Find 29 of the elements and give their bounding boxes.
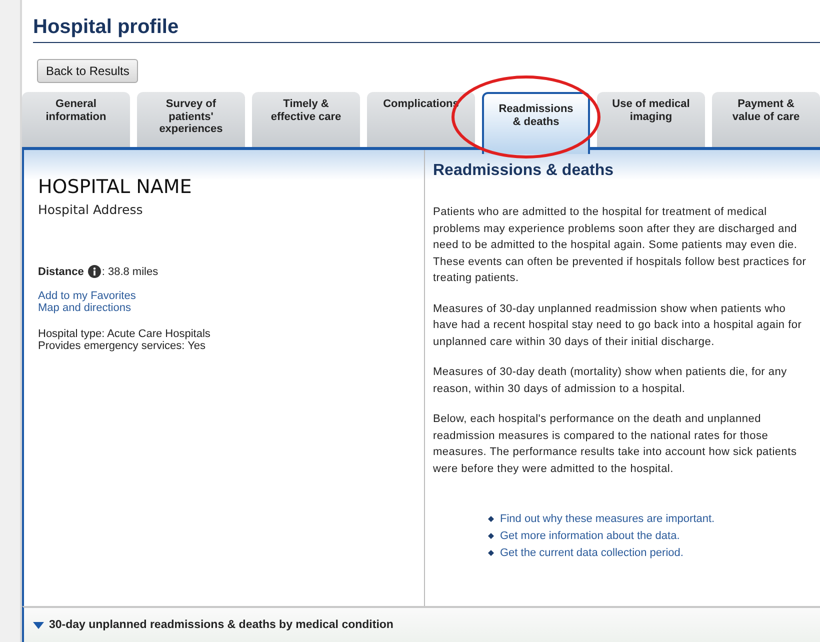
profile-link[interactable]: Add to my Favorites xyxy=(38,290,410,302)
paragraph: Measures of 30-day unplanned readmission show when patients who have had a recent hospital stay need to go back into a hospital again for unplanned care within 30 days of their initial discharge. xyxy=(433,302,803,350)
tab[interactable]: General information xyxy=(22,92,130,147)
info-link[interactable]: Get more information about the data. xyxy=(500,530,680,542)
tab[interactable]: Timely & effective care xyxy=(252,92,360,147)
page-title: Hospital profile xyxy=(33,16,820,43)
paragraph: Below, each hospital's performance on the death and unplanned readmission measures is compared to the national rates for those measures. The performance results take into account how sick patients were before they were admitted to the hospital. xyxy=(433,412,798,476)
tab[interactable]: Readmissions & deaths xyxy=(482,92,590,154)
info-link[interactable]: Find out why these measures are important. xyxy=(500,513,715,525)
distance-label: Distance xyxy=(38,266,84,278)
distance-value: : 38.8 miles xyxy=(102,266,158,278)
tab[interactable]: Payment & value of care xyxy=(712,92,820,147)
bullet-icon xyxy=(488,516,494,522)
back-button[interactable]: Back to Results xyxy=(37,59,138,83)
hospital-address: Hospital Address xyxy=(38,202,144,217)
tab[interactable]: Survey of patients' experiences xyxy=(137,92,245,147)
bullet-icon xyxy=(488,533,494,539)
hospital-detail: Hospital type: Acute Care Hospitals xyxy=(38,328,212,340)
hospital-detail: Provides emergency services: Yes xyxy=(38,340,207,352)
tab[interactable]: Use of medical imaging xyxy=(597,92,705,147)
paragraph: Patients who are admitted to the hospital for treatment of medical problems may experience problems soon after they are discharged and need to be admitted to the hospital again. Some patients may even die. These events can often be prevented if hospitals follow best practices for treating patients. xyxy=(433,205,808,286)
hospital-name: HOSPITAL NAME xyxy=(38,176,193,198)
info-link[interactable]: Get the current data collection period. xyxy=(500,547,684,559)
bullet-icon xyxy=(488,550,494,556)
info-icon[interactable] xyxy=(88,265,101,278)
accordion-header[interactable]: 30-day unplanned readmissions & deaths by medical condition xyxy=(22,606,820,642)
section-title: Readmissions & deaths xyxy=(433,162,614,180)
paragraph: Measures of 30-day death (mortality) show when patients die, for any reason, within 30 days of admission to a hospital. xyxy=(433,365,788,396)
profile-link[interactable]: Map and directions xyxy=(38,302,410,314)
